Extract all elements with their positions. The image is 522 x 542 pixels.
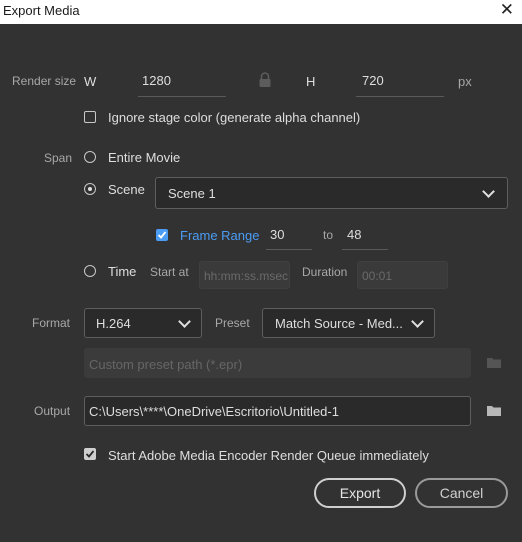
folder-icon[interactable] — [486, 356, 502, 372]
custom-preset-input[interactable]: Custom preset path (*.epr) — [84, 348, 471, 378]
custom-preset-placeholder: Custom preset path (*.epr) — [89, 357, 243, 372]
export-button[interactable]: Export — [314, 478, 406, 508]
width-input[interactable]: 1280 — [142, 73, 171, 88]
chevron-down-icon — [411, 315, 424, 328]
frame-range-label[interactable]: Frame Range — [180, 228, 259, 243]
frame-from-underline — [266, 249, 312, 250]
entire-movie-label[interactable]: Entire Movie — [108, 150, 180, 165]
px-unit-label: px — [458, 74, 472, 89]
format-select[interactable]: H.264 — [84, 308, 202, 338]
duration-placeholder: 00:01 — [362, 269, 393, 283]
height-input[interactable]: 720 — [362, 73, 384, 88]
preset-select-value: Match Source - Med... — [275, 316, 403, 331]
title-bar: Export Media ✕ — [0, 0, 522, 24]
time-radio[interactable] — [84, 265, 96, 277]
format-label: Format — [32, 316, 71, 330]
format-select-value: H.264 — [96, 316, 131, 331]
frame-from-input[interactable]: 30 — [270, 227, 284, 242]
ignore-stage-checkbox[interactable] — [84, 111, 96, 123]
preset-label: Preset — [215, 316, 250, 330]
ignore-stage-label[interactable]: Ignore stage color (generate alpha chann… — [108, 110, 360, 125]
output-label: Output — [34, 404, 71, 418]
folder-icon[interactable] — [486, 404, 502, 420]
frame-to-underline — [342, 249, 388, 250]
ame-queue-checkbox[interactable] — [84, 448, 96, 460]
height-underline — [356, 96, 444, 97]
chevron-down-icon — [178, 315, 191, 328]
width-label: W — [84, 74, 97, 89]
duration-input[interactable]: 00:01 — [357, 261, 448, 289]
start-at-label: Start at — [150, 265, 189, 279]
span-label: Span — [44, 151, 73, 165]
start-at-placeholder: hh:mm:ss.msec — [204, 269, 289, 283]
scene-select[interactable]: Scene 1 — [155, 177, 508, 209]
entire-movie-radio[interactable] — [84, 151, 96, 163]
duration-label: Duration — [302, 265, 348, 279]
scene-select-value: Scene 1 — [168, 186, 216, 201]
render-size-label: Render size — [12, 74, 77, 88]
output-path-value: C:\Users\****\OneDrive\Escritorio\Untitl… — [89, 404, 339, 419]
chevron-down-icon — [482, 185, 495, 198]
close-icon[interactable]: ✕ — [500, 0, 514, 20]
scene-radio[interactable] — [84, 183, 96, 195]
to-label: to — [323, 228, 334, 242]
preset-select[interactable]: Match Source - Med... — [262, 308, 435, 338]
height-label: H — [306, 74, 316, 89]
scene-label[interactable]: Scene — [108, 182, 145, 197]
width-underline — [138, 96, 226, 97]
lock-icon[interactable] — [258, 72, 272, 91]
start-at-input[interactable]: hh:mm:ss.msec — [199, 261, 290, 289]
window-title: Export Media — [3, 3, 80, 18]
cancel-button[interactable]: Cancel — [415, 478, 508, 508]
frame-to-input[interactable]: 48 — [347, 227, 361, 242]
time-label[interactable]: Time — [108, 264, 136, 279]
frame-range-checkbox[interactable] — [156, 229, 168, 241]
ame-queue-label[interactable]: Start Adobe Media Encoder Render Queue i… — [108, 448, 429, 463]
output-path-input[interactable]: C:\Users\****\OneDrive\Escritorio\Untitl… — [84, 396, 471, 426]
